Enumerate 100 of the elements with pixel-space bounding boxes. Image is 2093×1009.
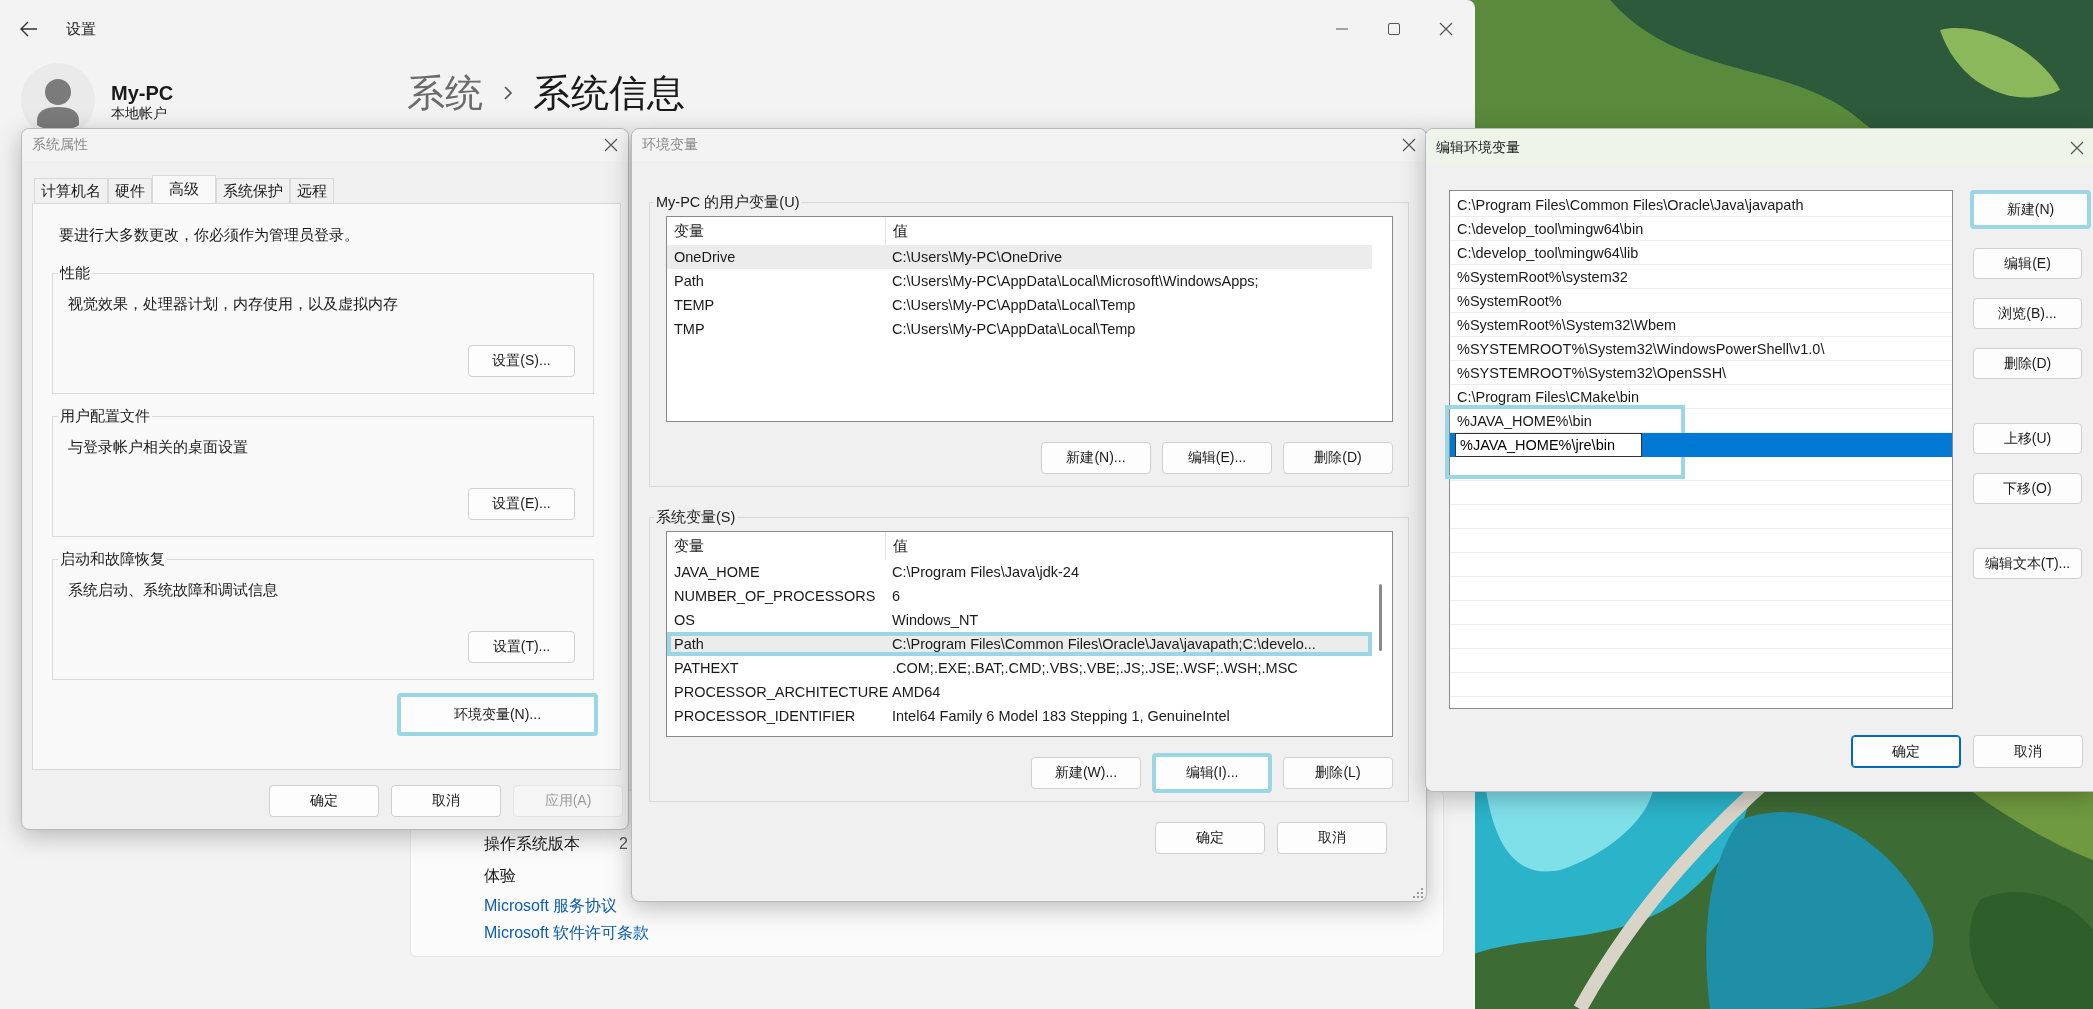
group-label: 性能: [58, 264, 91, 283]
list-row[interactable]: Path C:\Program Files\Common Files\Oracle\Java\javapath;C:\develo...: [667, 632, 1372, 656]
new-button[interactable]: 新建(W)...: [1031, 756, 1141, 789]
tab[interactable]: 高级: [152, 175, 216, 203]
table-cell-text: Windows_NT: [891, 612, 979, 628]
cancel-button[interactable]: 取消: [1973, 735, 2083, 768]
table-cell-text: C:\Users\My-PC\OneDrive: [891, 249, 1062, 265]
resize-grip-icon[interactable]: [1413, 888, 1423, 898]
info-label: 体验: [484, 865, 517, 886]
new-button[interactable]: 新建(N)...: [1041, 441, 1151, 474]
list-row[interactable]: PATHEXT .COM;.EXE;.BAT;.CMD;.VBS;.VBE;.JS;.JSE;.WSF;.WSH;.MSC: [667, 656, 1372, 680]
column-header: 值: [892, 221, 908, 241]
table-cell-text: AMD64: [891, 684, 941, 700]
input-field[interactable]: %JAVA_HOME%\jre\bin: [1455, 433, 1642, 457]
account-name: My-PC: [111, 82, 174, 105]
list-row[interactable]: JAVA_HOME C:\Program Files\Java\jdk-24: [667, 560, 1372, 584]
agreement-link[interactable]: Microsoft 软件许可条款: [484, 919, 650, 946]
table-cell-text: TEMP: [673, 297, 716, 313]
ok-button[interactable]: 确定: [1155, 822, 1265, 854]
table-cell-text: Path: [673, 636, 705, 652]
group-description: 视觉效果，处理器计划，内存使用，以及虚拟内存: [68, 295, 399, 314]
table-cell-text: C:\Users\My-PC\AppData\Local\Temp: [891, 321, 1136, 337]
edit-button[interactable]: 编辑(E): [1973, 248, 2082, 279]
environment-variables-button[interactable]: 环境变量(N)...: [397, 693, 598, 736]
delete-button[interactable]: 删除(D): [1973, 348, 2082, 379]
list-item[interactable]: %SystemRoot%: [1450, 289, 1952, 313]
delete-button[interactable]: 删除(D): [1283, 441, 1393, 474]
browse-button[interactable]: 浏览(B)...: [1973, 298, 2082, 329]
list-row[interactable]: %JAVA_HOME%\jre\bin: [1450, 433, 1952, 457]
close-icon[interactable]: [1439, 22, 1453, 36]
close-icon[interactable]: [604, 138, 618, 152]
cancel-button[interactable]: 取消: [1277, 822, 1387, 854]
table-cell-text: Intel64 Family 6 Model 183 Stepping 1, GenuineIntel: [891, 708, 1230, 724]
list-row[interactable]: Path C:\Users\My-PC\AppData\Local\Microsoft\WindowsApps;: [667, 269, 1372, 293]
move-up-button[interactable]: 上移(U): [1973, 423, 2082, 454]
table-cell-text: .COM;.EXE;.BAT;.CMD;.VBS;.VBE;.JS;.JSE;.WSF;.WSH;.MSC: [891, 660, 1298, 676]
dialog-title: 系统属性: [32, 136, 88, 154]
list-item[interactable]: C:\develop_tool\mingw64\bin: [1450, 217, 1952, 241]
list-row[interactable]: OS Windows_NT: [667, 608, 1372, 632]
table-cell-text: Path: [673, 273, 705, 289]
list-row[interactable]: PROCESSOR_IDENTIFIER Intel64 Family 6 Model 183 Stepping 1, GenuineIntel: [667, 704, 1372, 728]
edit-button[interactable]: 编辑(I)...: [1152, 752, 1272, 793]
back-arrow-icon[interactable]: [20, 21, 38, 37]
column-header: 值: [892, 536, 908, 556]
settings-button[interactable]: 设置(T)...: [468, 631, 575, 663]
list-item[interactable]: C:\Program Files\Common Files\Oracle\Java\javapath: [1450, 193, 1952, 217]
table-cell-text: NUMBER_OF_PROCESSORS: [673, 588, 877, 604]
cancel-button[interactable]: 取消: [391, 785, 501, 817]
table-cell-text: 6: [891, 588, 901, 604]
notice-text: 要进行大多数更改，你必须作为管理员登录。: [59, 226, 360, 245]
table-cell-text: OS: [673, 612, 696, 628]
group-description: 与登录帐户相关的桌面设置: [68, 438, 249, 457]
settings-button[interactable]: 设置(S)...: [468, 345, 575, 377]
list-item[interactable]: C:\develop_tool\mingw64\lib: [1450, 241, 1952, 265]
table-cell-text: C:\Program Files\Common Files\Oracle\Java\javapath;C:\develo...: [891, 636, 1316, 652]
list-row[interactable]: TEMP C:\Users\My-PC\AppData\Local\Temp: [667, 293, 1372, 317]
tab[interactable]: 远程: [290, 178, 334, 203]
list-item[interactable]: %SYSTEMROOT%\System32\OpenSSH\: [1450, 361, 1952, 385]
settings-button[interactable]: 设置(E)...: [468, 488, 575, 520]
agreement-link[interactable]: Microsoft 服务协议: [484, 892, 618, 919]
list-item[interactable]: C:\Program Files\CMake\bin: [1450, 385, 1952, 409]
list-row[interactable]: OneDrive C:\Users\My-PC\OneDrive: [667, 245, 1372, 269]
window-title: 设置: [66, 19, 96, 39]
edit-button[interactable]: 编辑(E)...: [1162, 441, 1272, 474]
tab[interactable]: 硬件: [108, 178, 152, 203]
table-cell-text: PATHEXT: [673, 660, 740, 676]
table-cell-text: TMP: [673, 321, 706, 337]
table-cell-text: PROCESSOR_IDENTIFIER: [673, 708, 857, 724]
maximize-icon[interactable]: [1387, 22, 1401, 36]
breadcrumb-link[interactable]: 系统: [407, 67, 483, 119]
list-item[interactable]: %SYSTEMROOT%\System32\WindowsPowerShell\v1.0\: [1450, 337, 1952, 361]
list-row[interactable]: NUMBER_OF_PROCESSORS 6: [667, 584, 1372, 608]
column-header: 变量: [667, 532, 886, 560]
table-cell-text: C:\Users\My-PC\AppData\Local\Microsoft\WindowsApps;: [891, 273, 1259, 289]
new-button[interactable]: 新建(N): [1970, 190, 2091, 229]
ok-button[interactable]: 确定: [1851, 735, 1961, 768]
chevron-icon: [503, 85, 513, 101]
page-title: 系统信息: [533, 70, 685, 116]
list-row[interactable]: TMP C:\Users\My-PC\AppData\Local\Temp: [667, 317, 1372, 341]
info-label: 操作系统版本: [484, 833, 581, 854]
tab[interactable]: 计算机名: [34, 178, 108, 203]
group-description: 系统启动、系统故障和调试信息: [68, 581, 279, 600]
ok-button[interactable]: 确定: [269, 785, 379, 817]
group-label: 启动和故障恢复: [59, 550, 166, 569]
list-item[interactable]: %JAVA_HOME%\bin: [1450, 409, 1952, 433]
delete-button[interactable]: 删除(L): [1283, 756, 1393, 789]
list-item[interactable]: %SystemRoot%\System32\Wbem: [1450, 313, 1952, 337]
table-cell-text: C:\Users\My-PC\AppData\Local\Temp: [891, 297, 1136, 313]
table-cell-text: JAVA_HOME: [673, 564, 761, 580]
group-label: 系统变量(S): [655, 508, 737, 527]
list-row[interactable]: PROCESSOR_ARCHITECTURE AMD64: [667, 680, 1372, 704]
account-type: 本地帐户: [111, 105, 168, 123]
scrollbar[interactable]: [1379, 584, 1382, 651]
tab[interactable]: 系统保护: [216, 178, 290, 203]
list-item[interactable]: %SystemRoot%\system32: [1450, 265, 1952, 289]
group-label: My-PC 的用户变量(U): [655, 193, 801, 212]
edit-text-button[interactable]: 编辑文本(T)...: [1973, 548, 2082, 579]
close-icon[interactable]: [1402, 138, 1416, 152]
close-icon[interactable]: [2070, 140, 2084, 155]
move-down-button[interactable]: 下移(O): [1973, 473, 2082, 504]
